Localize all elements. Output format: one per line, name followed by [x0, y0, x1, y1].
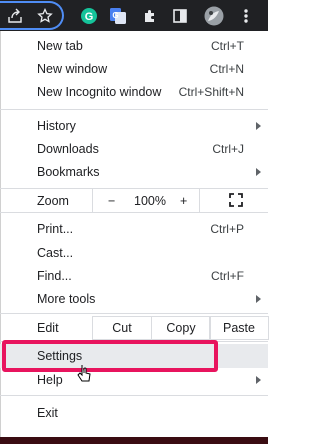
zoom-in-button[interactable]: + — [180, 194, 187, 208]
downloads-shortcut: Ctrl+J — [212, 141, 244, 156]
menu-item-new-tab[interactable]: New tab Ctrl+T — [0, 34, 268, 57]
history-label: History — [37, 118, 76, 133]
submenu-arrow-icon — [256, 167, 261, 176]
new-incognito-shortcut: Ctrl+Shift+N — [178, 84, 244, 99]
cast-label: Cast... — [37, 245, 74, 260]
extensions-icon[interactable] — [139, 5, 161, 27]
browser-toolbar: G G — [0, 0, 268, 31]
translate-icon[interactable]: G — [107, 5, 129, 27]
menu-separator — [0, 212, 268, 213]
share-icon[interactable] — [4, 5, 26, 27]
menu-separator — [0, 313, 268, 314]
menu-item-cast[interactable]: Cast... — [0, 241, 268, 264]
downloads-label: Downloads — [37, 141, 99, 156]
grammarly-icon[interactable]: G — [78, 5, 100, 27]
menu-separator — [0, 109, 268, 110]
star-icon[interactable] — [34, 5, 56, 27]
submenu-arrow-icon — [256, 294, 261, 303]
fullscreen-icon[interactable] — [229, 193, 243, 210]
new-tab-label: New tab — [37, 38, 83, 53]
new-window-label: New window — [37, 61, 108, 76]
svg-text:G: G — [112, 11, 118, 20]
kebab-menu-icon[interactable] — [235, 5, 257, 27]
copy-button[interactable]: Copy — [151, 316, 211, 340]
menu-item-new-window[interactable]: New window Ctrl+N — [0, 57, 268, 80]
submenu-arrow-icon — [256, 375, 261, 384]
menu-item-exit[interactable]: Exit — [0, 401, 268, 424]
profile-avatar[interactable] — [203, 5, 225, 27]
menu-item-more-tools[interactable]: More tools — [0, 287, 268, 310]
menu-item-new-incognito[interactable]: New Incognito window Ctrl+Shift+N — [0, 80, 268, 103]
new-incognito-label: New Incognito window — [37, 84, 162, 99]
menu-item-help[interactable]: Help — [0, 368, 268, 391]
bookmarks-label: Bookmarks — [37, 164, 100, 179]
new-window-shortcut: Ctrl+N — [209, 61, 244, 76]
menu-item-find[interactable]: Find... Ctrl+F — [0, 264, 268, 287]
find-shortcut: Ctrl+F — [211, 268, 244, 283]
zoom-level: 100% — [134, 193, 166, 208]
new-tab-shortcut: Ctrl+T — [211, 38, 244, 53]
edit-label: Edit — [37, 320, 59, 335]
menu-item-downloads[interactable]: Downloads Ctrl+J — [0, 137, 268, 160]
print-shortcut: Ctrl+P — [210, 221, 244, 236]
menu-separator — [0, 395, 268, 396]
sidebar-icon[interactable] — [169, 5, 191, 27]
menu-item-zoom: Zoom − 100% + — [0, 189, 268, 212]
svg-text:G: G — [85, 11, 94, 23]
find-label: Find... — [37, 268, 72, 283]
help-label: Help — [37, 372, 63, 387]
paste-button[interactable]: Paste — [209, 316, 269, 340]
page-background-strip — [0, 437, 268, 444]
submenu-arrow-icon — [256, 121, 261, 130]
menu-item-print[interactable]: Print... Ctrl+P — [0, 217, 268, 240]
more-tools-label: More tools — [37, 291, 96, 306]
zoom-out-button[interactable]: − — [108, 194, 115, 208]
print-label: Print... — [37, 221, 74, 236]
menu-item-bookmarks[interactable]: Bookmarks — [0, 160, 268, 183]
menu-item-history[interactable]: History — [0, 114, 268, 137]
exit-label: Exit — [37, 405, 58, 420]
mouse-cursor-icon — [77, 364, 91, 389]
cut-button[interactable]: Cut — [92, 316, 152, 340]
zoom-label: Zoom — [37, 193, 69, 208]
